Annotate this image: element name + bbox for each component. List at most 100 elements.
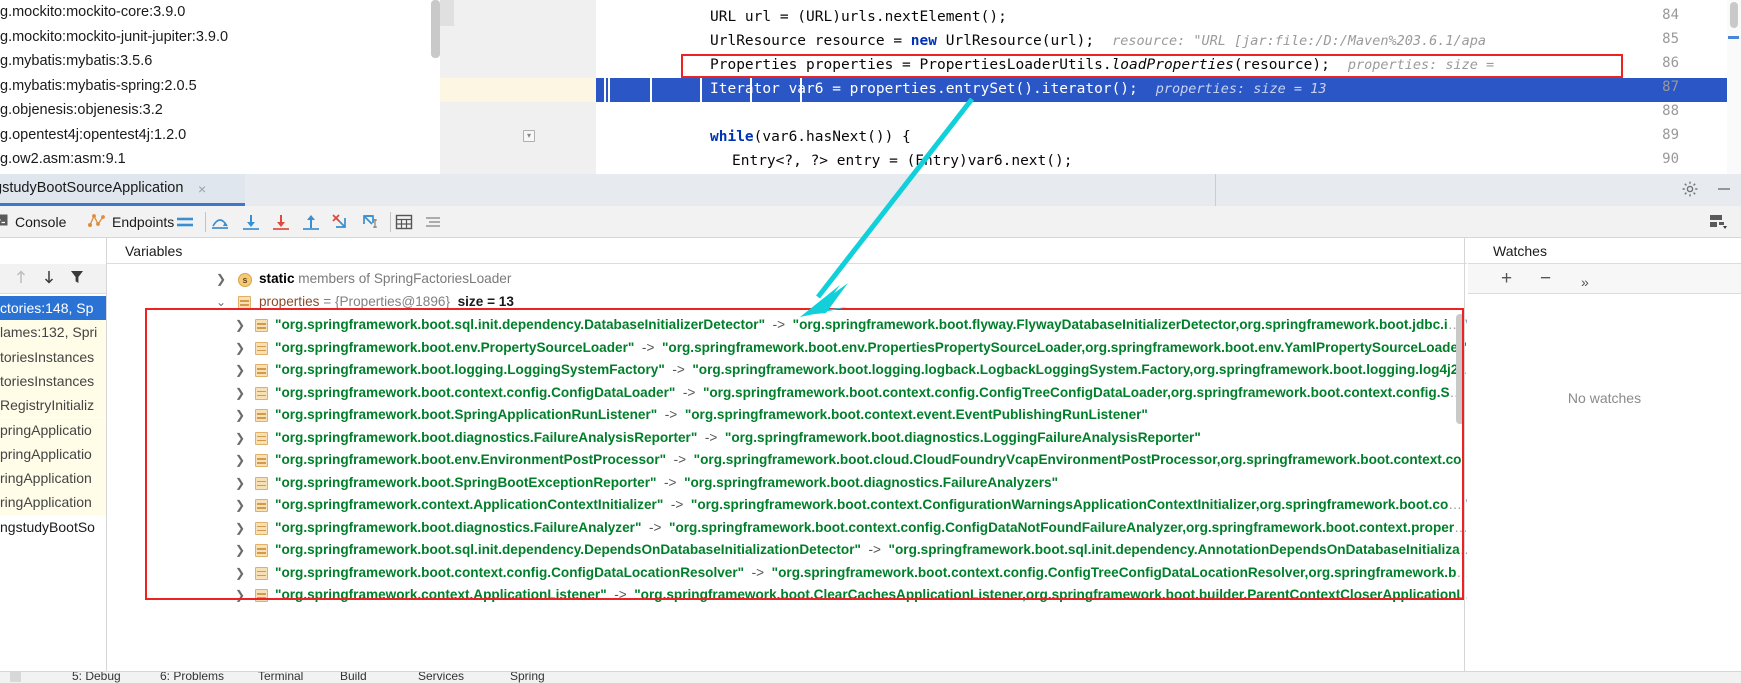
list-item[interactable]: g.ow2.asm:asm:9.1 (0, 147, 440, 172)
close-icon[interactable]: × (198, 181, 206, 197)
statusbar-item[interactable]: 6: Problems (160, 672, 224, 683)
console-tab[interactable]: Console (0, 206, 66, 238)
tab-bootsourceapplication[interactable]: gstudyBootSourceApplication × (0, 174, 245, 206)
chevron-right-icon[interactable]: ❯ (234, 449, 246, 472)
step-over-button[interactable] (210, 206, 230, 238)
map-entry-row[interactable]: ❯ "org.springframework.boot.logging.Logg… (107, 359, 1467, 382)
run-to-cursor-button[interactable] (361, 206, 381, 238)
minimize-icon[interactable] (1715, 180, 1733, 198)
evaluate-expression-button[interactable] (395, 206, 413, 238)
tab-right-controls (1681, 180, 1733, 198)
chevron-right-icon[interactable]: ❯ (234, 584, 246, 607)
map-entry-row[interactable]: ❯ "org.springframework.context.Applicati… (107, 494, 1467, 517)
view-link[interactable]: View (1465, 317, 1467, 332)
frame-row[interactable]: toriesInstances (0, 368, 106, 394)
map-entry-row[interactable]: ❯ "org.springframework.boot.SpringBootEx… (107, 472, 1467, 495)
map-entry-row[interactable]: ❯ "org.springframework.boot.SpringApplic… (107, 404, 1467, 427)
list-item[interactable]: g.mockito:mockito-junit-jupiter:3.9.0 (0, 25, 440, 50)
step-out-button[interactable] (301, 206, 321, 238)
entry-value: "org.springframework.boot.ClearCachesApp… (634, 587, 1465, 602)
tree-row-static-members[interactable]: ❯ s static members of SpringFactoriesLoa… (107, 268, 1467, 291)
chevron-right-icon[interactable]: ❯ (234, 517, 246, 540)
chevron-right-icon[interactable]: ❯ (234, 494, 246, 517)
chevron-right-icon[interactable]: ❯ (234, 562, 246, 585)
endpoints-tab[interactable]: Endpoints (88, 206, 174, 238)
filter-funnel-icon[interactable] (70, 269, 84, 288)
frame-row[interactable]: RegistryInitializ (0, 393, 106, 418)
chevron-right-icon[interactable]: ❯ (234, 382, 246, 405)
frame-row[interactable]: ringApplication (0, 490, 106, 515)
chevron-right-icon[interactable]: ❯ (234, 359, 246, 382)
map-entry-row[interactable]: ❯ "org.springframework.boot.context.conf… (107, 562, 1467, 585)
map-entry-row[interactable]: ❯ "org.springframework.boot.diagnostics.… (107, 427, 1467, 450)
map-entry-row[interactable]: ❯ "org.springframework.boot.diagnostics.… (107, 517, 1467, 540)
console-icon (0, 213, 9, 231)
chevron-right-icon[interactable]: ❯ (234, 539, 246, 562)
map-entry-row[interactable]: ❯ "org.springframework.boot.context.conf… (107, 382, 1467, 405)
frame-row[interactable]: ringApplication (0, 466, 106, 491)
debug-toolbar: Console Endpoints (0, 206, 1741, 238)
object-icon (255, 476, 268, 490)
force-step-into-button[interactable] (271, 206, 291, 238)
list-item[interactable]: g.opentest4j:opentest4j:1.2.0 (0, 123, 440, 148)
chevron-right-icon[interactable]: ❯ (234, 404, 246, 427)
external-libraries-list[interactable]: g.mockito:mockito-core:3.9.0 g.mockito:m… (0, 0, 440, 174)
variables-tree[interactable]: ❯ s static members of SpringFactoriesLoa… (107, 264, 1467, 671)
tree-row-properties[interactable]: ⌄ properties = {Properties@1896} size = … (107, 291, 1467, 314)
map-entry-row[interactable]: ❯ "org.springframework.boot.sql.init.dep… (107, 314, 1467, 337)
object-icon (255, 589, 268, 602)
static-keyword: static (259, 271, 295, 286)
frame-row[interactable]: pringApplicatio (0, 417, 106, 442)
down-arrow-icon[interactable] (42, 269, 56, 288)
map-entry-row[interactable]: ❯ "org.springframework.boot.env.Property… (107, 337, 1467, 360)
debugger-body: ctories:148, Sp lames:132, Spri toriesIn… (0, 238, 1741, 671)
statusbar-item[interactable]: Spring (510, 672, 545, 683)
chevron-right-icon[interactable]: ❯ (234, 427, 246, 450)
frame-row[interactable]: pringApplicatio (0, 441, 106, 467)
object-icon (255, 386, 268, 400)
statusbar-item[interactable]: Build (340, 672, 367, 683)
step-into-button[interactable] (241, 206, 261, 238)
gear-icon[interactable] (1681, 180, 1699, 198)
up-arrow-icon[interactable] (14, 269, 28, 288)
more-watches-button[interactable]: » (1581, 271, 1589, 293)
tab-label: gstudyBootSourceApplication (0, 180, 184, 196)
list-item[interactable]: g.mybatis:mybatis:3.5.6 (0, 49, 440, 74)
list-item[interactable]: g.mockito:mockito-core:3.9.0 (0, 0, 440, 25)
layout-settings-button[interactable] (175, 206, 195, 238)
statusbar-item[interactable]: 5: Debug (72, 672, 121, 683)
object-icon (255, 364, 268, 377)
remove-watch-button[interactable]: − (1540, 268, 1551, 290)
status-bar: 5: Debug 6: Problems Terminal Build Serv… (0, 671, 1741, 683)
frame-row[interactable]: lames:132, Spri (0, 320, 106, 345)
entry-value: "org.springframework.boot.sql.init.depen… (888, 542, 1460, 557)
chevron-right-icon[interactable]: ❯ (234, 337, 246, 360)
divider (390, 212, 391, 232)
list-item[interactable]: g.mybatis:mybatis-spring:2.0.5 (0, 74, 440, 99)
editor-scrollbar-thumb[interactable] (1730, 2, 1738, 28)
frame-row[interactable]: ngstudyBootSo (0, 514, 106, 539)
chevron-right-icon[interactable]: ❯ (234, 314, 246, 337)
map-entry-row[interactable]: ❯ "org.springframework.boot.sql.init.dep… (107, 539, 1467, 562)
chevron-right-icon[interactable]: ❯ (234, 472, 246, 495)
statusbar-item[interactable]: Terminal (258, 672, 303, 683)
watches-header: Watches (1468, 238, 1741, 264)
chevron-right-icon[interactable]: ❯ (215, 268, 227, 291)
entry-key: "org.springframework.context.Application… (275, 587, 607, 602)
project-scrollbar[interactable] (431, 0, 440, 58)
drop-frame-button[interactable] (331, 206, 351, 238)
chevron-down-icon[interactable]: ⌄ (215, 291, 227, 314)
list-item[interactable]: g.objenesis:objenesis:3.2 (0, 98, 440, 123)
statusbar-item[interactable]: Services (418, 672, 464, 683)
view-link[interactable]: View (1466, 497, 1467, 512)
map-entry-row[interactable]: ❯ "org.springframework.boot.env.Environm… (107, 449, 1467, 472)
statusbar-icon (10, 672, 21, 682)
frame-row[interactable]: ctories:148, Sp (0, 296, 106, 321)
code-editor[interactable]: 84 85 86 87 88 89 90 ▾ URL url = (URL)ur… (440, 0, 1741, 174)
restore-layout-button[interactable] (1709, 206, 1729, 238)
add-watch-button[interactable]: + (1501, 268, 1512, 290)
frame-row[interactable]: toriesInstances (0, 344, 106, 369)
map-entry-row[interactable]: ❯ "org.springframework.context.Applicati… (107, 584, 1467, 607)
settings-list-button[interactable] (424, 206, 442, 238)
code-highlight-box (681, 54, 1623, 78)
